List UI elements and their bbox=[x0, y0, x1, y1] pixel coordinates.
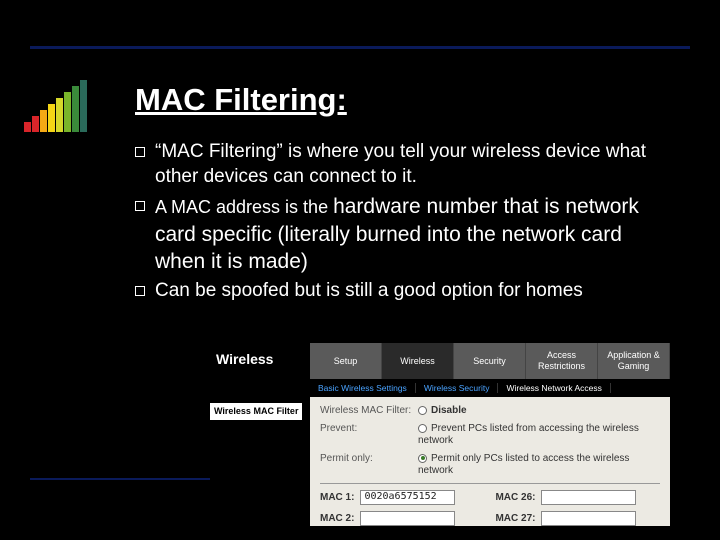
row-permit: Permit only: Permit only PCs listed to a… bbox=[320, 453, 660, 477]
mac1-label: MAC 1: bbox=[320, 492, 354, 504]
radio-prevent-label: Prevent PCs listed from accessing the wi… bbox=[418, 423, 639, 446]
tab-bar: Setup Wireless Security Access Restricti… bbox=[310, 343, 670, 379]
tab-application-gaming[interactable]: Application & Gaming bbox=[598, 343, 670, 379]
radio-disable-label: Disable bbox=[431, 405, 467, 416]
bullet-item: A MAC address is the hardware number tha… bbox=[135, 193, 675, 275]
mac27-input[interactable] bbox=[541, 511, 636, 526]
value-filter: Disable bbox=[418, 405, 660, 417]
subtab-basic[interactable]: Basic Wireless Settings bbox=[310, 383, 416, 393]
bullet-text: “MAC Filtering” is where you tell your w… bbox=[155, 140, 675, 189]
bullet-list: “MAC Filtering” is where you tell your w… bbox=[135, 140, 675, 308]
radio-prevent[interactable] bbox=[418, 424, 427, 433]
tab-wireless[interactable]: Wireless bbox=[382, 343, 454, 379]
row-prevent: Prevent: Prevent PCs listed from accessi… bbox=[320, 423, 660, 447]
tab-security[interactable]: Security bbox=[454, 343, 526, 379]
bullet-item: “MAC Filtering” is where you tell your w… bbox=[135, 140, 675, 189]
mac26-label: MAC 26: bbox=[495, 492, 535, 504]
screenshot-sidebar: Wireless MAC Filter bbox=[210, 397, 310, 526]
subtab-security[interactable]: Wireless Security bbox=[416, 383, 499, 393]
row-filter: Wireless MAC Filter: Disable bbox=[320, 405, 660, 417]
screenshot-form: Wireless MAC Filter: Disable Prevent: Pr… bbox=[310, 397, 670, 526]
divider-top bbox=[30, 46, 690, 49]
radio-disable[interactable] bbox=[418, 406, 427, 415]
mac26-input[interactable] bbox=[541, 490, 636, 505]
tab-access-restrictions[interactable]: Access Restrictions bbox=[526, 343, 598, 379]
value-prevent: Prevent PCs listed from accessing the wi… bbox=[418, 423, 660, 447]
bars-logo bbox=[24, 80, 88, 132]
form-divider bbox=[320, 483, 660, 484]
bullet-marker bbox=[135, 201, 145, 211]
radio-permit[interactable] bbox=[418, 454, 427, 463]
tab-setup[interactable]: Setup bbox=[310, 343, 382, 379]
bullet-marker bbox=[135, 147, 145, 157]
mac-row-1: MAC 1: 0020a6575152 MAC 26: bbox=[320, 490, 660, 505]
slide-title: MAC Filtering: bbox=[135, 82, 347, 118]
label-filter: Wireless MAC Filter: bbox=[320, 405, 418, 417]
bullet-text: A MAC address is the hardware number tha… bbox=[155, 193, 675, 275]
mac27-label: MAC 27: bbox=[495, 513, 535, 525]
mac-row-2: MAC 2: MAC 27: bbox=[320, 511, 660, 526]
screenshot-body: Wireless MAC Filter Wireless MAC Filter:… bbox=[210, 397, 670, 526]
screenshot-header: Wireless Setup Wireless Security Access … bbox=[210, 343, 670, 379]
mac2-label: MAC 2: bbox=[320, 513, 354, 525]
bullet-item: Can be spoofed but is still a good optio… bbox=[135, 279, 675, 304]
subtab-network-access[interactable]: Wireless Network Access bbox=[498, 383, 610, 393]
value-permit: Permit only PCs listed to access the wir… bbox=[418, 453, 660, 477]
subtab-bar: Basic Wireless Settings Wireless Securit… bbox=[210, 379, 670, 397]
label-prevent: Prevent: bbox=[320, 423, 418, 435]
mac2-input[interactable] bbox=[360, 511, 455, 526]
router-screenshot: Wireless Setup Wireless Security Access … bbox=[210, 343, 670, 513]
label-permit: Permit only: bbox=[320, 453, 418, 465]
screenshot-brand: Wireless bbox=[210, 343, 310, 379]
bullet-text: Can be spoofed but is still a good optio… bbox=[155, 279, 675, 304]
radio-permit-label: Permit only PCs listed to access the wir… bbox=[418, 453, 629, 476]
mac1-input[interactable]: 0020a6575152 bbox=[360, 490, 455, 505]
bullet-marker bbox=[135, 286, 145, 296]
sidebar-section-label: Wireless MAC Filter bbox=[210, 403, 302, 420]
bullet-lead: A MAC address is the bbox=[155, 197, 333, 217]
